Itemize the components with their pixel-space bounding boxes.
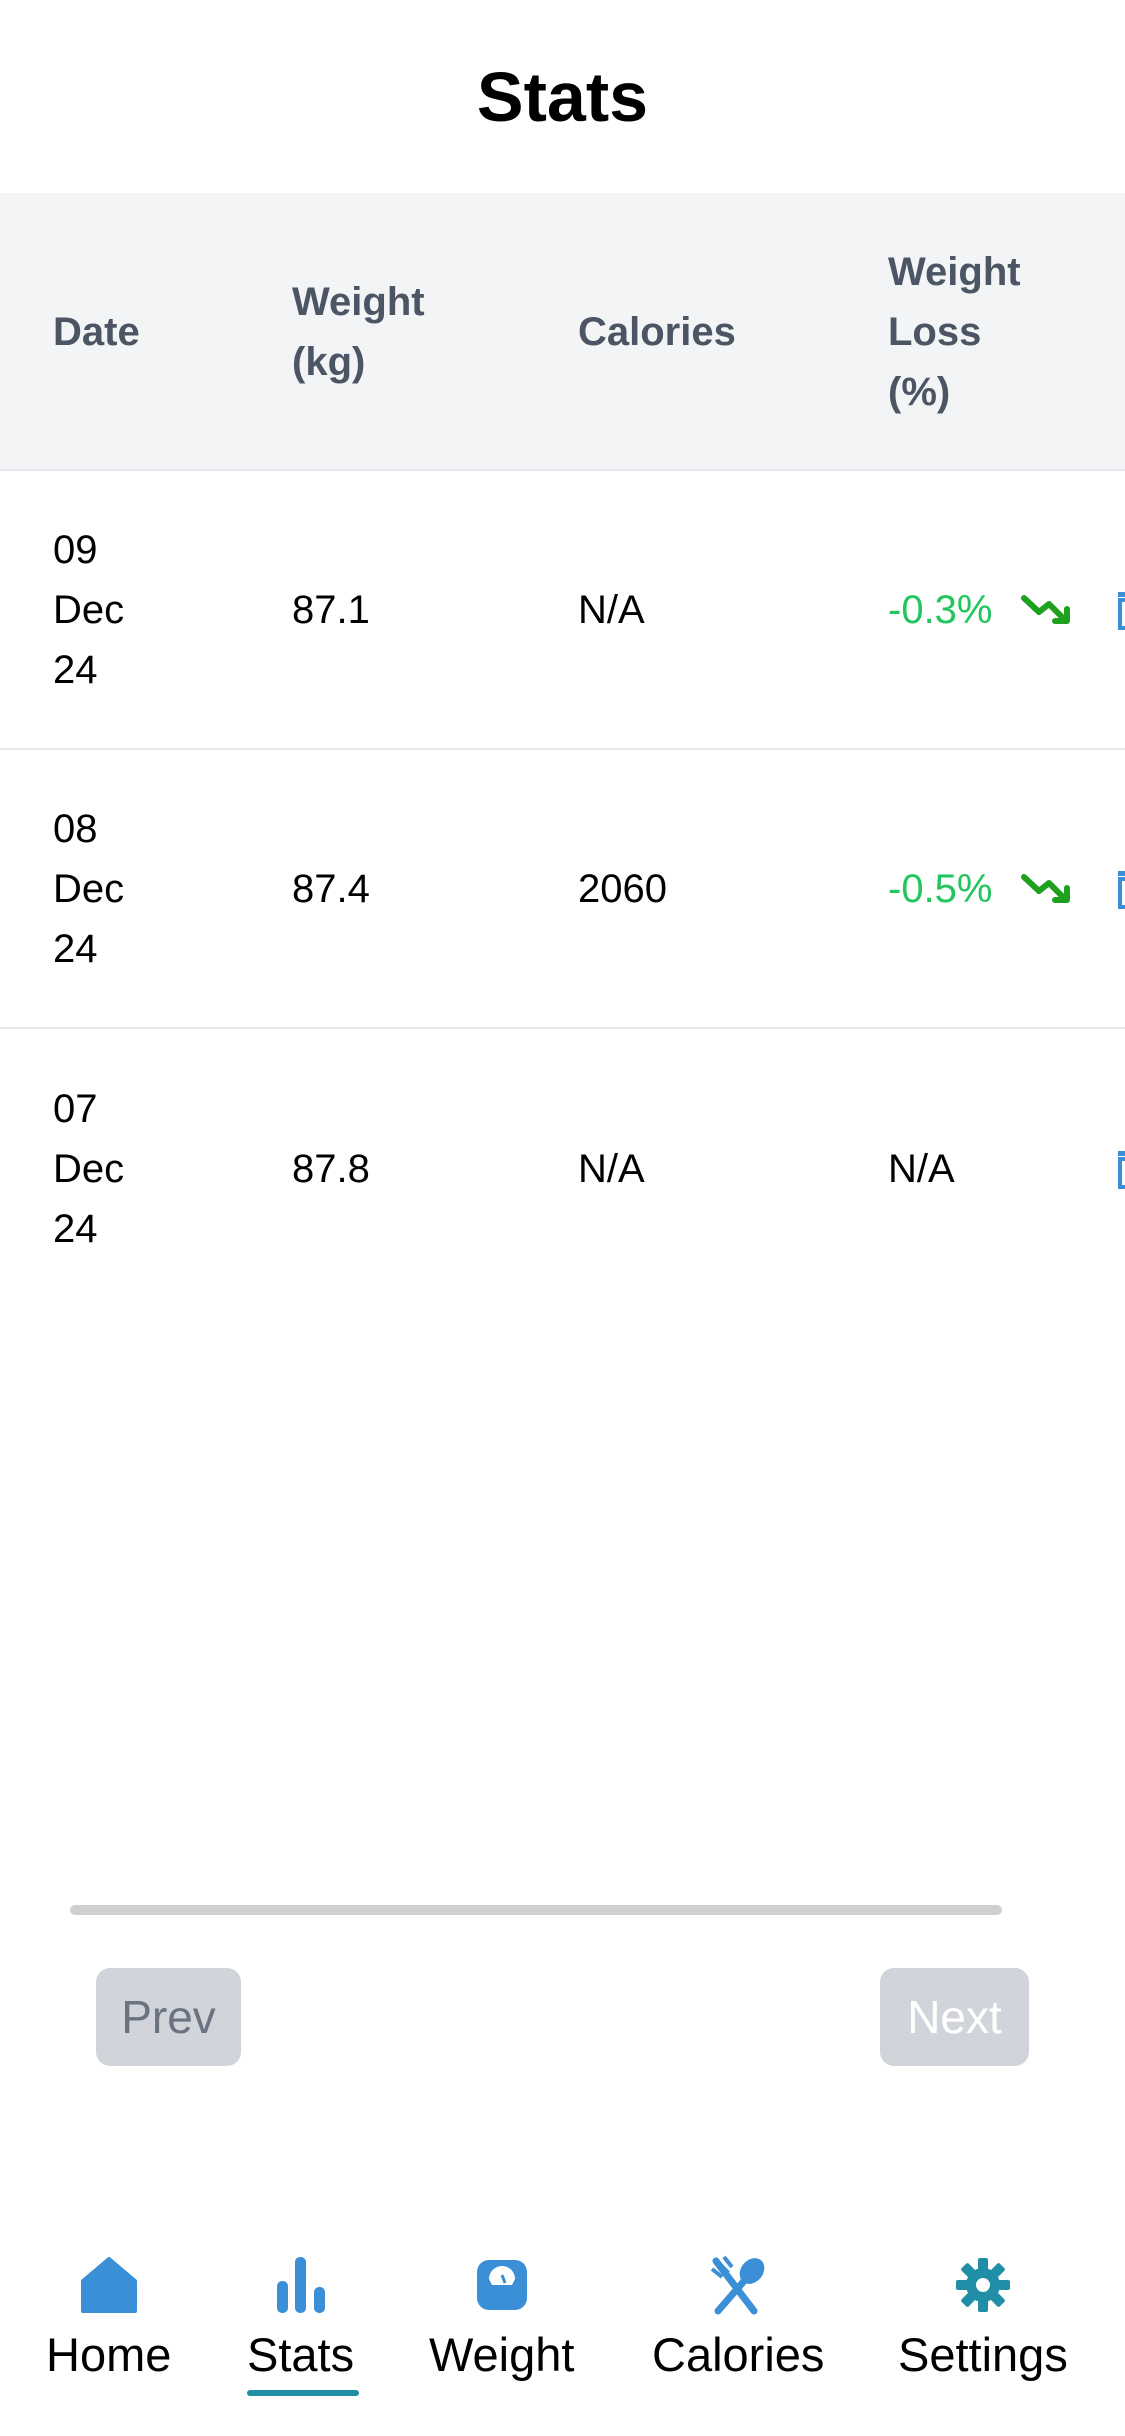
column-header-date: Date	[53, 310, 140, 354]
trending-down-icon	[1020, 594, 1070, 624]
weight-loss-cell: N/A	[888, 1139, 955, 1199]
weight-loss-value: N/A	[888, 1146, 955, 1191]
page-title: Stats	[476, 57, 649, 136]
date-cell: 08 Dec 24	[53, 806, 125, 971]
gear-icon	[955, 2258, 1010, 2312]
next-button[interactable]: Next	[880, 1968, 1029, 2066]
date-cell: 07 Dec 24	[53, 1086, 125, 1251]
weight-cell: 87.1	[292, 587, 370, 632]
stats-table[interactable]: Date Weight (kg) Calories Weight Loss (%…	[0, 193, 1125, 1300]
column-header-weight-loss: Weight Loss (%)	[888, 250, 1021, 414]
title-bar: Stats	[0, 0, 1125, 193]
weight-loss-value: -0.5%	[888, 866, 993, 911]
horizontal-scrollbar[interactable]	[70, 1905, 1002, 1915]
home-icon	[80, 2257, 137, 2313]
delete-icon[interactable]	[1116, 1147, 1125, 1191]
table-row[interactable]: 09 Dec 24 87.1 N/A -0.3%	[0, 471, 1125, 750]
delete-icon[interactable]	[1116, 588, 1125, 632]
trending-down-icon	[1020, 873, 1070, 903]
table-row[interactable]: 08 Dec 24 87.4 2060 -0.5%	[0, 750, 1125, 1029]
tab-stats[interactable]: Stats	[247, 2255, 354, 2382]
utensils-icon	[710, 2255, 765, 2315]
column-header-weight: Weight (kg)	[292, 280, 425, 384]
column-header-calories: Calories	[578, 310, 736, 354]
weight-loss-cell: -0.5%	[888, 859, 1075, 919]
bottom-tab-bar: Home Stats Weight Calories Settings	[0, 2230, 1125, 2436]
tab-settings[interactable]: Settings	[898, 2255, 1068, 2382]
calories-cell: N/A	[578, 1146, 645, 1191]
calories-cell: 2060	[578, 866, 667, 911]
table-row[interactable]: 07 Dec 24 87.8 N/A N/A	[0, 1029, 1125, 1300]
tab-calories[interactable]: Calories	[652, 2255, 824, 2382]
tab-home[interactable]: Home	[46, 2255, 171, 2382]
table-header-row: Date Weight (kg) Calories Weight Loss (%…	[0, 193, 1125, 471]
weight-loss-value: -0.3%	[888, 587, 993, 632]
bar-chart-icon	[276, 2257, 325, 2313]
calories-cell: N/A	[578, 587, 645, 632]
delete-icon[interactable]	[1116, 867, 1125, 911]
weight-cell: 87.4	[292, 866, 370, 911]
prev-button[interactable]: Prev	[96, 1968, 241, 2066]
scale-icon	[476, 2260, 527, 2310]
active-tab-indicator	[247, 2390, 359, 2396]
date-cell: 09 Dec 24	[53, 527, 125, 692]
tab-weight[interactable]: Weight	[429, 2255, 574, 2382]
weight-loss-cell: -0.3%	[888, 580, 1075, 640]
weight-cell: 87.8	[292, 1146, 370, 1191]
